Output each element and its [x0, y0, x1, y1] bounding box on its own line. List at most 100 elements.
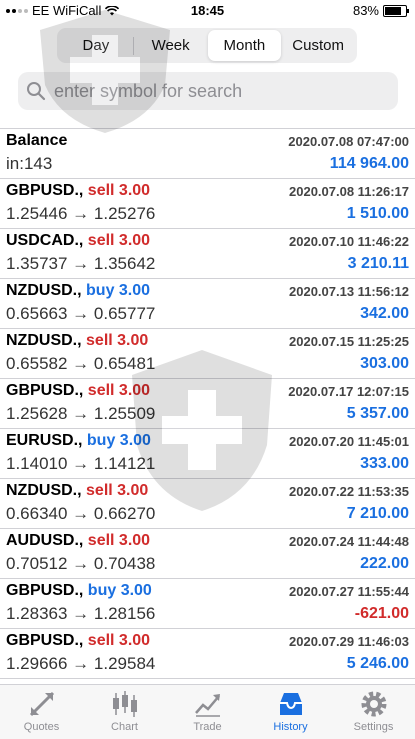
deal-row[interactable]: GBPUSD., sell 3.00 1.25628 → 1.25509 2020.…	[0, 379, 415, 429]
deal-datetime: 2020.07.10 11:46:22	[289, 234, 409, 249]
deal-type: sell 3.00	[86, 332, 149, 349]
deal-datetime: 2020.07.20 11:45:01	[289, 434, 409, 449]
deal-row[interactable]: GBPUSD., buy 3.00 1.28363 → 1.28156 2020.0…	[0, 579, 415, 629]
tab-label: Trade	[193, 721, 222, 733]
deal-row[interactable]: GBPUSD., sell 3.00 1.25446 → 1.25276 2020.…	[0, 179, 415, 229]
deal-symbol-line: GBPUSD., buy 3.00	[6, 582, 152, 600]
history-icon	[279, 693, 302, 715]
deal-symbol-line: GBPUSD., sell 3.00	[6, 382, 150, 400]
deal-datetime: 2020.07.15 11:25:25	[289, 334, 409, 349]
deal-datetime: 2020.07.29 11:46:03	[289, 634, 409, 649]
deal-symbol: NZDUSD.,	[6, 482, 82, 499]
bottom-tab-bar: Quotes Chart Trade History Settings	[0, 684, 415, 739]
deal-profit: 5 246.00	[346, 655, 409, 672]
deal-row[interactable]: USDCAD., sell 3.00 1.35737 → 1.35642 2020.…	[0, 229, 415, 279]
deal-datetime: 2020.07.08 11:26:17	[289, 184, 409, 199]
deal-symbol: GBPUSD.,	[6, 182, 84, 199]
battery-info: 83%	[353, 3, 409, 18]
deal-prices: 1.35737 → 1.35642	[6, 254, 156, 273]
tab-history[interactable]: History	[249, 685, 332, 739]
search-bar[interactable]	[18, 72, 398, 110]
deal-symbol-line: GBPUSD., sell 3.00	[6, 182, 150, 200]
deal-symbol: NZDUSD.,	[6, 282, 82, 299]
settings-icon	[361, 691, 386, 717]
status-bar: EE WiFiCall 18:45 83%	[0, 0, 415, 22]
deal-prices: 0.65582 → 0.65481	[6, 354, 156, 373]
period-selector: Day Week Month Custom	[57, 28, 357, 63]
shield-watermark-icon	[40, 10, 170, 133]
quotes-icon	[29, 691, 54, 717]
deal-profit: 5 357.00	[346, 405, 409, 422]
deal-row[interactable]: AUDUSD., sell 3.00 0.70512 → 0.70438 2020.…	[0, 529, 415, 579]
deal-prices: 1.28363 → 1.28156	[6, 604, 156, 623]
deal-profit: -621.00	[354, 605, 409, 622]
deal-datetime: 2020.07.17 12:07:15	[288, 384, 409, 399]
tab-quotes[interactable]: Quotes	[0, 685, 83, 739]
balance-title: Balance	[6, 132, 68, 149]
deal-row[interactable]: NZDUSD., sell 3.00 0.66340 → 0.66270 2020.…	[0, 479, 415, 529]
deal-type: sell 3.00	[87, 632, 151, 649]
deal-datetime: 2020.07.22 11:53:35	[289, 484, 409, 499]
deal-prices: 1.29666 → 1.29584	[6, 654, 156, 673]
deal-prices: 0.65663 → 0.65777	[6, 304, 156, 323]
deal-symbol: GBPUSD.,	[6, 382, 84, 399]
trade-icon	[194, 694, 220, 717]
tab-label: Chart	[111, 721, 138, 733]
deal-profit: 342.00	[360, 305, 409, 322]
deal-type: sell 3.00	[87, 382, 151, 399]
tab-custom[interactable]: Custom	[281, 30, 355, 61]
deal-type: buy 3.00	[86, 432, 151, 449]
deal-prices: 1.14010 → 1.14121	[6, 454, 156, 473]
deal-row[interactable]: GBPUSD., sell 3.00 1.29666 → 1.29584 2020.…	[0, 629, 415, 679]
tab-label: Settings	[353, 721, 394, 733]
deal-symbol-line: NZDUSD., buy 3.00	[6, 282, 150, 300]
deal-symbol: GBPUSD.,	[6, 582, 84, 599]
balance-datetime: 2020.07.08 07:47:00	[288, 134, 409, 149]
tab-month[interactable]: Month	[207, 30, 282, 61]
deal-profit: 333.00	[360, 455, 409, 472]
deal-symbol-line: NZDUSD., sell 3.00	[6, 482, 148, 500]
deal-profit: 3 210.11	[347, 255, 409, 272]
deal-profit: 7 210.00	[346, 505, 409, 522]
tab-week[interactable]: Week	[134, 30, 208, 61]
deal-datetime: 2020.07.24 11:44:48	[289, 534, 409, 549]
deal-type: buy 3.00	[87, 582, 152, 599]
deal-prices: 0.66340 → 0.66270	[6, 504, 156, 523]
deal-profit: 303.00	[360, 355, 409, 372]
battery-icon	[383, 4, 409, 17]
tab-label: Quotes	[23, 721, 60, 733]
deal-type: sell 3.00	[87, 532, 151, 549]
deal-symbol-line: NZDUSD., sell 3.00	[6, 332, 148, 350]
deal-profit: 1 510.00	[346, 205, 409, 222]
deal-row[interactable]: NZDUSD., buy 3.00 0.65663 → 0.65777 2020.0…	[0, 279, 415, 329]
deal-symbol-line: GBPUSD., sell 3.00	[6, 632, 150, 650]
deal-prices: 0.70512 → 0.70438	[6, 554, 156, 573]
deal-symbol: EURUSD.,	[6, 432, 83, 449]
deal-symbol: AUDUSD.,	[6, 532, 84, 549]
deal-symbol: NZDUSD.,	[6, 332, 82, 349]
tab-chart[interactable]: Chart	[83, 685, 166, 739]
deal-type: buy 3.00	[86, 282, 151, 299]
tab-trade[interactable]: Trade	[166, 685, 249, 739]
balance-row[interactable]: Balance in:143 2020.07.08 07:47:00 114 9…	[0, 129, 415, 179]
balance-subtitle: in:143	[6, 154, 53, 173]
deal-type: sell 3.00	[86, 482, 149, 499]
search-input[interactable]	[52, 79, 376, 103]
deal-symbol-line: AUDUSD., sell 3.00	[6, 532, 150, 550]
deal-datetime: 2020.07.13 11:56:12	[289, 284, 409, 299]
history-list: Balance in:143 2020.07.08 07:47:00 114 9…	[0, 128, 415, 699]
deal-symbol: GBPUSD.,	[6, 632, 84, 649]
deal-type: sell 3.00	[87, 182, 151, 199]
chart-icon	[112, 691, 137, 717]
deal-symbol-line: USDCAD., sell 3.00	[6, 232, 150, 250]
tab-day[interactable]: Day	[59, 30, 133, 61]
tab-settings[interactable]: Settings	[332, 685, 415, 739]
deal-prices: 1.25628 → 1.25509	[6, 404, 156, 423]
deal-profit: 222.00	[360, 555, 409, 572]
balance-amount: 114 964.00	[329, 155, 409, 172]
deal-row[interactable]: EURUSD., buy 3.00 1.14010 → 1.14121 2020.0…	[0, 429, 415, 479]
search-icon	[27, 82, 46, 101]
deal-symbol-line: EURUSD., buy 3.00	[6, 432, 151, 450]
deal-symbol: USDCAD.,	[6, 232, 84, 249]
deal-row[interactable]: NZDUSD., sell 3.00 0.65582 → 0.65481 2020.…	[0, 329, 415, 379]
